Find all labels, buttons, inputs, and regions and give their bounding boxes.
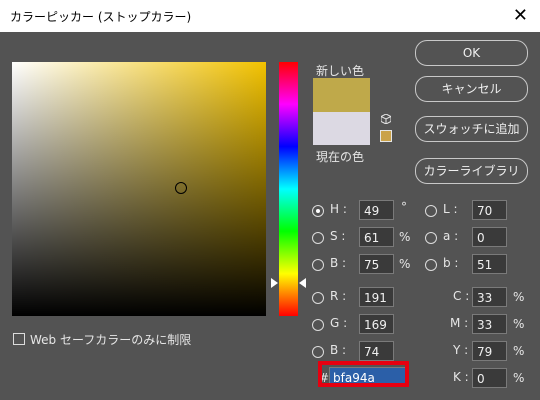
add-to-swatches-button[interactable]: スウォッチに追加 bbox=[415, 116, 528, 142]
radio-b[interactable] bbox=[312, 259, 324, 271]
window-title: カラーピッカー (ストップカラー) bbox=[10, 10, 192, 24]
new-color-swatch bbox=[313, 78, 370, 112]
ok-button[interactable]: OK bbox=[415, 40, 528, 66]
saturation-brightness-field[interactable] bbox=[12, 62, 266, 316]
label-c: C : bbox=[453, 289, 470, 303]
hue-slider[interactable] bbox=[279, 62, 298, 316]
new-color-label: 新しい色 bbox=[316, 64, 365, 78]
label-s: S : bbox=[330, 229, 346, 243]
label-y: Y : bbox=[453, 343, 469, 357]
picker-marker[interactable] bbox=[175, 182, 187, 194]
unit-k: % bbox=[513, 371, 525, 385]
radio-h[interactable] bbox=[312, 205, 324, 217]
hue-slider-handle-left[interactable] bbox=[271, 278, 278, 288]
unit-h: ° bbox=[401, 200, 407, 214]
current-color-label: 現在の色 bbox=[316, 150, 365, 164]
unit-s: % bbox=[399, 230, 411, 244]
warning-swatch-icon[interactable] bbox=[380, 130, 392, 142]
unit-b: % bbox=[399, 257, 411, 271]
websafe-label: Web セーフカラーのみに制限 bbox=[30, 333, 192, 347]
label-h: H : bbox=[330, 202, 347, 216]
input-blue[interactable]: 74 bbox=[359, 341, 394, 361]
input-r[interactable]: 191 bbox=[359, 287, 394, 307]
label-lab-b: b : bbox=[443, 256, 459, 270]
input-y[interactable]: 79 bbox=[472, 341, 507, 361]
websafe-checkbox[interactable] bbox=[13, 333, 25, 345]
hex-highlight-annotation bbox=[318, 361, 409, 387]
radio-g[interactable] bbox=[312, 319, 324, 331]
radio-r[interactable] bbox=[312, 292, 324, 304]
input-k[interactable]: 0 bbox=[472, 368, 507, 388]
hue-slider-handle-right[interactable] bbox=[299, 278, 306, 288]
label-k: K : bbox=[453, 370, 469, 384]
color-libraries-button[interactable]: カラーライブラリ bbox=[415, 158, 528, 184]
label-m: M : bbox=[450, 316, 469, 330]
input-a[interactable]: 0 bbox=[472, 227, 507, 247]
unit-c: % bbox=[513, 290, 525, 304]
radio-l[interactable] bbox=[425, 205, 437, 217]
label-blue: B : bbox=[330, 343, 347, 357]
input-c[interactable]: 33 bbox=[472, 287, 507, 307]
input-s[interactable]: 61 bbox=[359, 227, 394, 247]
radio-a[interactable] bbox=[425, 232, 437, 244]
input-l[interactable]: 70 bbox=[472, 200, 507, 220]
input-h[interactable]: 49 bbox=[359, 200, 394, 220]
unit-m: % bbox=[513, 317, 525, 331]
radio-lab-b[interactable] bbox=[425, 259, 437, 271]
label-l: L : bbox=[443, 202, 458, 216]
close-icon[interactable]: ✕ bbox=[513, 5, 528, 26]
input-b[interactable]: 75 bbox=[359, 254, 394, 274]
input-g[interactable]: 169 bbox=[359, 314, 394, 334]
cancel-button[interactable]: キャンセル bbox=[415, 76, 528, 102]
radio-s[interactable] bbox=[312, 232, 324, 244]
label-a: a : bbox=[443, 229, 459, 243]
unit-y: % bbox=[513, 344, 525, 358]
current-color-swatch[interactable] bbox=[313, 112, 370, 145]
cube-icon[interactable] bbox=[381, 114, 391, 124]
label-b: B : bbox=[330, 256, 347, 270]
radio-blue[interactable] bbox=[312, 346, 324, 358]
input-m[interactable]: 33 bbox=[472, 314, 507, 334]
input-lab-b[interactable]: 51 bbox=[472, 254, 507, 274]
label-g: G : bbox=[330, 316, 348, 330]
label-r: R : bbox=[330, 289, 347, 303]
title-bar: カラーピッカー (ストップカラー) ✕ bbox=[0, 0, 540, 32]
